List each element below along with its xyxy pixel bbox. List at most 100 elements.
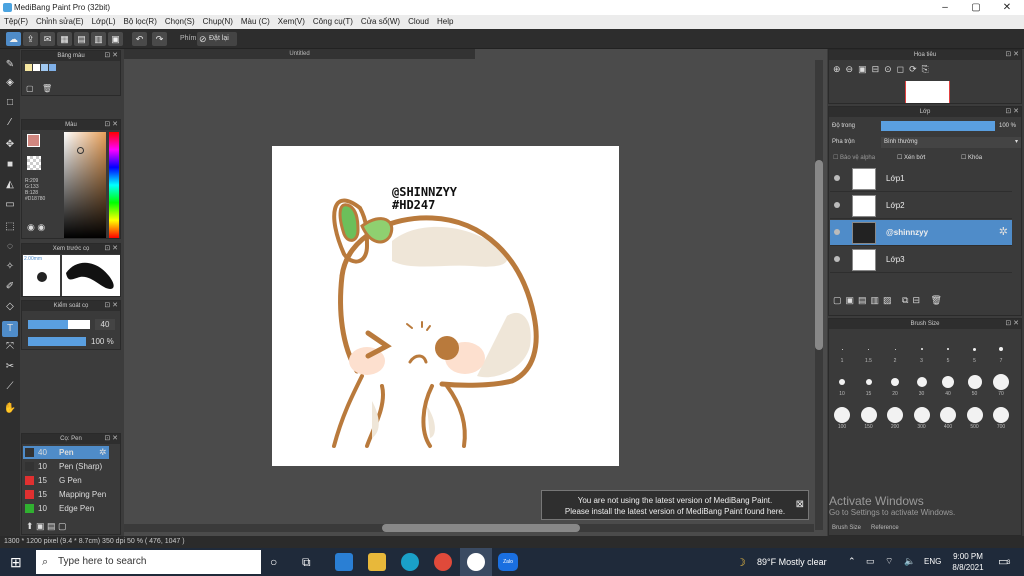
brush-size-option[interactable] xyxy=(993,407,1009,423)
navigator-tools-icon[interactable]: ⊕⊖▣⊟⊙◻⟳⎘ xyxy=(833,64,934,75)
cortana-icon[interactable]: ○ xyxy=(270,555,277,569)
notification-icon[interactable]: ▭ 3 xyxy=(998,555,1010,568)
brush-size-option[interactable] xyxy=(865,379,872,385)
comment-icon[interactable]: ✉ xyxy=(40,32,55,46)
select-pen-icon[interactable]: ✐ xyxy=(2,279,18,295)
brush-item[interactable]: 15 G Pen xyxy=(23,474,109,487)
brush-item[interactable]: 10 Pen (Sharp) xyxy=(23,460,109,473)
brush-tool-icon[interactable]: ✎ xyxy=(2,57,18,73)
visibility-icon[interactable] xyxy=(834,229,840,235)
brush-item[interactable]: 10 Edge Pen xyxy=(23,502,109,515)
menu-cloud[interactable]: Cloud xyxy=(404,15,433,29)
brush-size-option[interactable] xyxy=(999,347,1003,351)
text-tool-icon[interactable]: T xyxy=(2,321,18,337)
brush-size-option[interactable] xyxy=(868,348,869,350)
brush-size-option[interactable] xyxy=(947,348,949,350)
gear-icon[interactable]: ✲ xyxy=(99,447,107,458)
menu-filter[interactable]: Bộ lọc(R) xyxy=(120,15,161,29)
gradient-tool-icon[interactable]: ▭ xyxy=(2,197,18,213)
panel-close-icon[interactable]: ⊡ ✕ xyxy=(104,244,118,254)
layer-row[interactable]: Lớp3 xyxy=(830,247,1012,273)
brush-size-option[interactable] xyxy=(920,348,923,350)
swatch[interactable] xyxy=(41,64,48,71)
tab-reference[interactable]: Reference xyxy=(871,525,899,531)
brush-size-option[interactable] xyxy=(887,407,903,423)
size-slider[interactable] xyxy=(28,320,90,329)
close-button[interactable]: ✕ xyxy=(992,0,1022,15)
panel-close-icon[interactable]: ⊡ ✕ xyxy=(1005,50,1019,60)
layer-opacity-slider[interactable] xyxy=(881,121,995,131)
panel-close-icon[interactable]: ⊡ ✕ xyxy=(104,301,118,311)
vertical-scrollbar[interactable] xyxy=(815,60,823,530)
hue-slider[interactable] xyxy=(109,132,119,238)
update-notification[interactable]: You are not using the latest version of … xyxy=(541,490,809,520)
comic-icon[interactable]: ▦ xyxy=(57,32,72,46)
grid-icon[interactable]: ▥ xyxy=(91,32,106,46)
navigator-preview[interactable] xyxy=(905,81,950,103)
mail-icon[interactable] xyxy=(335,553,353,571)
upload-icon[interactable]: ⇪ xyxy=(23,32,38,46)
swatch[interactable] xyxy=(25,64,32,71)
medibang-taskbar-button[interactable] xyxy=(460,548,492,576)
brush-item[interactable]: 15 Mapping Pen xyxy=(23,488,109,501)
rect-tool-icon[interactable]: □ xyxy=(2,95,18,111)
maximize-button[interactable]: ▢ xyxy=(961,0,991,15)
operation-tool-icon[interactable]: ⤧ xyxy=(2,339,18,355)
menu-snap[interactable]: Chụp(N) xyxy=(199,15,237,29)
weather-text[interactable]: 89°F Mostly clear xyxy=(757,557,827,567)
select-eraser-icon[interactable]: ◇ xyxy=(2,299,18,315)
swatch[interactable] xyxy=(33,64,40,71)
cloud-icon[interactable]: ☁ xyxy=(6,32,21,46)
layer-row[interactable]: Lớp1 xyxy=(830,166,1012,192)
canvas[interactable]: @SHINNZYY #HD247 xyxy=(272,146,619,466)
menu-help[interactable]: Help xyxy=(433,15,457,29)
layout-icon[interactable]: ▣ xyxy=(108,32,123,46)
visibility-icon[interactable] xyxy=(834,202,840,208)
clipping-checkbox[interactable]: ☐ Xén bớt xyxy=(897,154,925,161)
eraser-tool-icon[interactable]: ◈ xyxy=(2,75,18,91)
horizontal-scrollbar[interactable] xyxy=(124,524,814,532)
search-box[interactable]: ⌕ Type here to search xyxy=(36,550,261,574)
reset-button[interactable]: ⊘ Đặt lại xyxy=(197,32,237,46)
close-icon[interactable]: ⊠ xyxy=(796,499,804,510)
panel-close-icon[interactable]: ⊡ ✕ xyxy=(104,120,118,130)
panel-icon[interactable]: ▤ xyxy=(74,32,89,46)
brush-size-option[interactable] xyxy=(940,407,956,423)
panel-close-icon[interactable]: ⊡ ✕ xyxy=(1005,319,1019,329)
opacity-slider[interactable] xyxy=(28,337,86,346)
size-value[interactable]: 40 xyxy=(95,319,115,330)
layer-row-selected[interactable]: @shinnzyy ✲ xyxy=(830,220,1012,246)
brush-size-option[interactable] xyxy=(993,374,1009,390)
tray-icons[interactable]: ⌃ ▭ ⌔ 🔈 xyxy=(848,556,919,567)
zalo-icon[interactable]: Zalo xyxy=(498,553,518,571)
brush-size-option[interactable] xyxy=(841,348,843,350)
panel-close-icon[interactable]: ⊡ ✕ xyxy=(104,434,118,444)
panel-close-icon[interactable]: ⊡ ✕ xyxy=(104,51,118,61)
magic-wand-icon[interactable]: ✧ xyxy=(2,259,18,275)
brush-size-option[interactable] xyxy=(967,375,982,389)
clock[interactable]: 9:00 PM 8/8/2021 xyxy=(946,551,990,573)
blend-select[interactable]: Bình thường ▾ xyxy=(881,137,1021,148)
undo-icon[interactable]: ↶ xyxy=(132,32,147,46)
brush-size-option[interactable] xyxy=(834,407,850,423)
menu-select[interactable]: Chọn(S) xyxy=(161,15,199,29)
visibility-icon[interactable] xyxy=(834,175,840,181)
eyedropper-icon[interactable]: ⟋ xyxy=(2,379,18,395)
redo-icon[interactable]: ↷ xyxy=(152,32,167,46)
layer-tools-icon[interactable]: ▢▣▤▥▨ ⧉⊟ 🗑 xyxy=(833,295,946,306)
swatch[interactable] xyxy=(49,64,56,71)
brush-size-option[interactable] xyxy=(942,376,954,388)
visibility-icon[interactable] xyxy=(834,256,840,262)
menu-tool[interactable]: Công cụ(T) xyxy=(309,15,357,29)
brush-size-option[interactable] xyxy=(891,378,899,386)
menu-window[interactable]: Cửa sổ(W) xyxy=(357,15,404,29)
move-tool-icon[interactable]: ✥ xyxy=(2,137,18,153)
transparent-swatch[interactable] xyxy=(27,156,41,170)
main-color-swatch[interactable] xyxy=(27,134,40,147)
gear-icon[interactable]: ✲ xyxy=(999,225,1008,238)
menu-file[interactable]: Tệp(F) xyxy=(0,15,32,29)
menu-layer[interactable]: Lớp(L) xyxy=(88,15,120,29)
language-indicator[interactable]: ENG xyxy=(924,557,941,566)
brush-size-option[interactable] xyxy=(973,347,976,351)
brush-size-option[interactable] xyxy=(839,379,845,385)
